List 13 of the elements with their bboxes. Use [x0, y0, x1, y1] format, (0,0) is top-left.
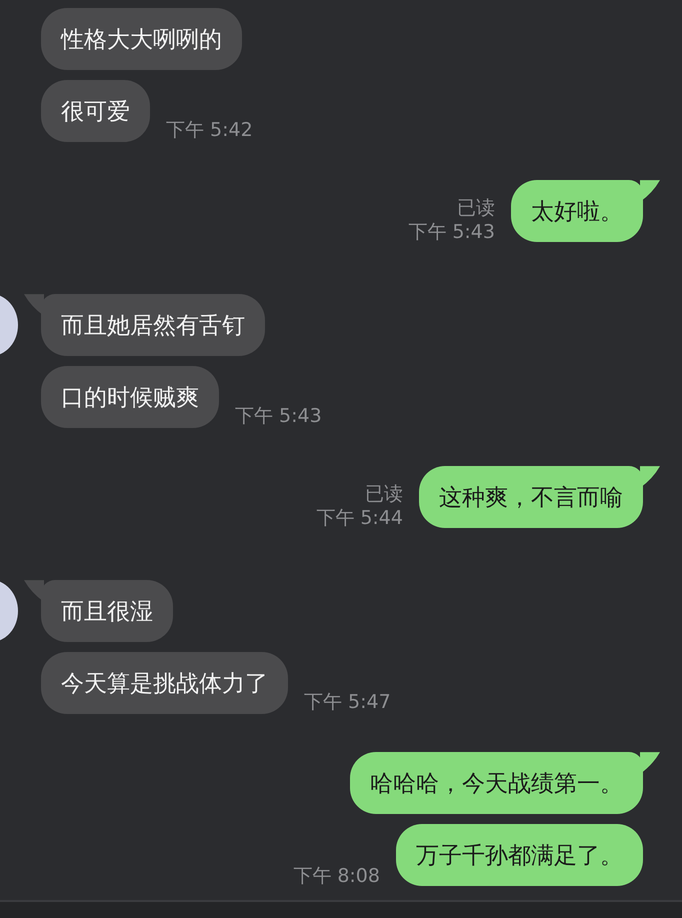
message-time: 下午 5:42: [166, 118, 253, 142]
message-bubble: 万子千孙都满足了。: [396, 824, 643, 886]
message-time: 下午 5:43: [235, 404, 322, 428]
message-time: 下午 8:08: [293, 864, 380, 888]
message-bubble: 很可爱: [41, 80, 150, 142]
message-time: 下午 5:47: [304, 690, 391, 714]
message-time: 下午 5:44: [316, 506, 403, 530]
message-bubble: 今天算是挑战体力了: [41, 652, 288, 714]
message-time: 下午 5:43: [408, 220, 495, 244]
message-bubble: 性格大大咧咧的: [41, 8, 242, 70]
read-receipt: 已读: [457, 196, 495, 220]
read-receipt: 已读: [365, 482, 403, 506]
message-bubble: 口的时候贼爽: [41, 366, 219, 428]
